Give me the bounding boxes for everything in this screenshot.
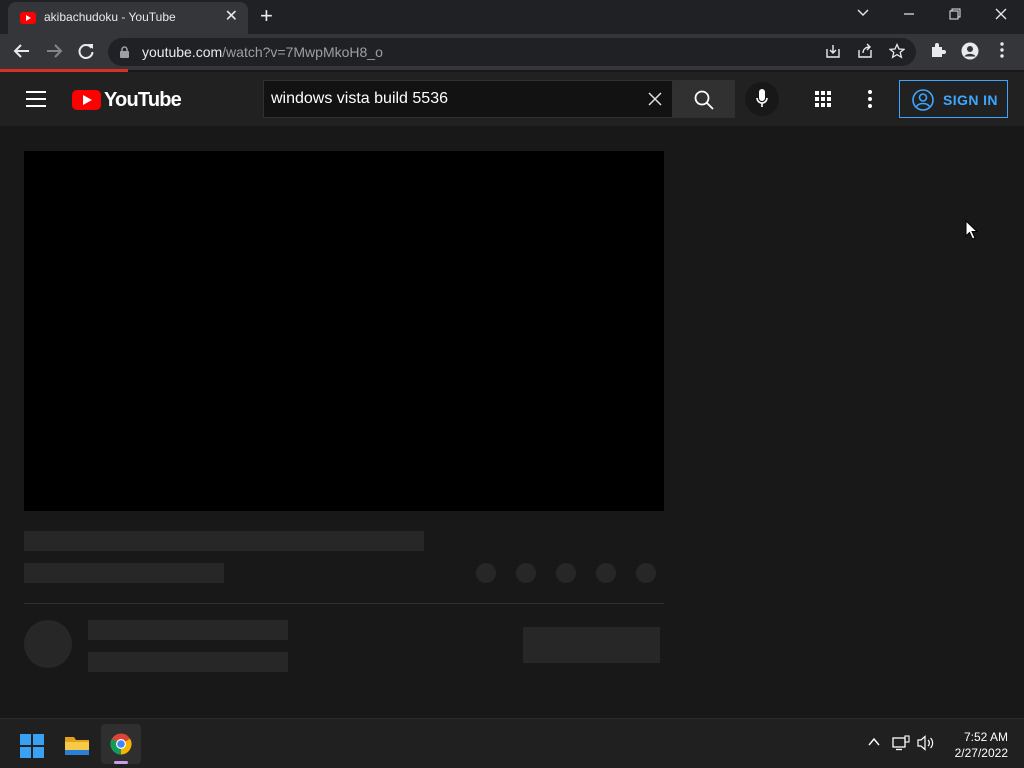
window-close-button[interactable] <box>989 6 1013 24</box>
windows-taskbar: 7:52 AM 2/27/2022 <box>0 718 1024 768</box>
screen: akibachudoku - YouTube ✕ + youtube.com/w… <box>0 0 1024 768</box>
action-button-placeholder <box>596 563 616 583</box>
search-query: windows vista build 5536 <box>271 90 448 107</box>
lock-icon[interactable] <box>120 45 129 58</box>
url-text[interactable]: youtube.com/watch?v=7MwpMkoH8_o <box>142 44 383 60</box>
youtube-logo[interactable]: YouTube <box>72 88 182 111</box>
clock-time: 7:52 AM <box>963 730 1008 744</box>
start-icon[interactable] <box>20 734 44 758</box>
subscribe-button-placeholder <box>523 627 660 663</box>
system-clock[interactable]: 7:52 AM 2/27/2022 <box>944 729 1008 761</box>
address-bar[interactable]: youtube.com/watch?v=7MwpMkoH8_o <box>108 38 916 66</box>
search-button[interactable] <box>672 80 735 118</box>
action-button-placeholder <box>636 563 656 583</box>
channel-avatar-placeholder <box>24 620 72 668</box>
share-icon[interactable] <box>856 43 874 61</box>
action-button-placeholder <box>476 563 496 583</box>
content-divider <box>24 603 664 604</box>
guide-menu-icon[interactable] <box>26 91 46 107</box>
network-icon[interactable] <box>891 735 911 755</box>
restore-button[interactable] <box>943 6 967 24</box>
youtube-play-logo-icon <box>72 90 101 110</box>
settings-more-icon[interactable] <box>868 90 874 108</box>
account-circle-icon <box>912 89 934 111</box>
search-icon <box>694 90 714 110</box>
extensions-icon[interactable] <box>928 42 948 62</box>
video-meta-placeholder <box>24 563 224 583</box>
video-title-placeholder <box>24 531 424 551</box>
youtube-header: YouTube windows vista build 5536 SIGN IN <box>0 72 1024 126</box>
tab-close-icon[interactable]: ✕ <box>225 8 238 26</box>
chrome-icon <box>110 733 132 755</box>
voice-search-button[interactable] <box>745 82 779 116</box>
search-clear-icon[interactable] <box>648 86 662 112</box>
channel-name-placeholder <box>88 620 288 640</box>
youtube-apps-icon[interactable] <box>815 91 831 107</box>
mouse-cursor-icon <box>965 220 979 240</box>
browser-tab-strip: akibachudoku - YouTube ✕ + <box>0 0 1024 34</box>
channel-subs-placeholder <box>88 652 288 672</box>
url-path: /watch?v=7MwpMkoH8_o <box>222 44 383 60</box>
microphone-icon <box>756 89 768 107</box>
youtube-logo-text: YouTube <box>104 88 182 111</box>
action-button-placeholder <box>556 563 576 583</box>
sign-in-label: SIGN IN <box>943 92 998 108</box>
bookmark-star-icon[interactable] <box>888 42 906 61</box>
reload-button[interactable] <box>76 42 96 62</box>
install-app-icon[interactable] <box>824 43 842 61</box>
chevron-up-icon[interactable] <box>864 735 884 753</box>
clock-date: 2/27/2022 <box>954 746 1008 760</box>
new-tab-button[interactable]: + <box>260 5 273 27</box>
search-input[interactable]: windows vista build 5536 <box>263 80 672 118</box>
file-explorer-icon[interactable] <box>64 734 90 756</box>
minimize-button[interactable] <box>897 6 921 24</box>
tab-title: akibachudoku - YouTube <box>44 10 176 24</box>
chrome-taskbar-button[interactable] <box>101 724 141 764</box>
profile-icon[interactable] <box>960 42 980 62</box>
forward-button[interactable] <box>44 42 64 62</box>
video-player[interactable] <box>24 151 664 511</box>
youtube-favicon-icon <box>20 12 36 24</box>
browser-menu-icon[interactable] <box>992 42 1012 62</box>
url-host: youtube.com <box>142 44 223 60</box>
browser-tab-active[interactable]: akibachudoku - YouTube ✕ <box>8 2 248 34</box>
active-app-indicator <box>114 761 128 764</box>
browser-toolbar: youtube.com/watch?v=7MwpMkoH8_o <box>0 34 1024 70</box>
sign-in-button[interactable]: SIGN IN <box>899 80 1008 118</box>
volume-icon[interactable] <box>916 735 936 755</box>
action-button-placeholder <box>516 563 536 583</box>
tab-search-dropdown-icon[interactable] <box>851 4 875 22</box>
back-button[interactable] <box>12 42 32 62</box>
